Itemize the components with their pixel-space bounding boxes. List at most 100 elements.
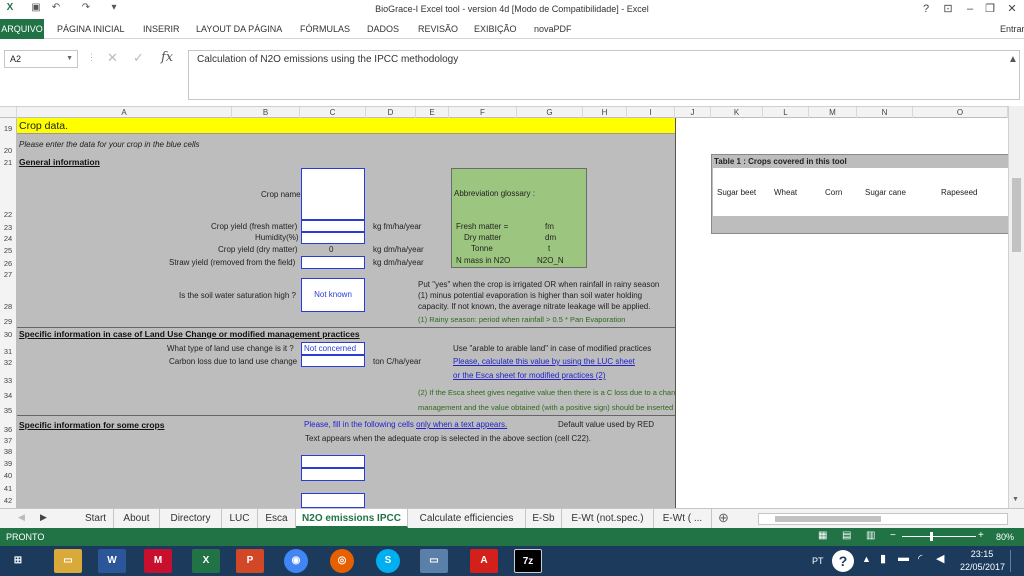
row-header[interactable]: 30 (0, 330, 16, 339)
enter-icon[interactable]: ✓ (133, 50, 144, 66)
row-header[interactable]: 26 (0, 259, 16, 268)
row-header[interactable]: 35 (0, 406, 16, 415)
tab-view[interactable]: EXIBIÇÃO (474, 22, 517, 36)
tab-file[interactable]: ARQUIVO (0, 19, 44, 39)
word-icon[interactable]: W (98, 549, 126, 573)
sign-in-link[interactable]: Entrar (1000, 22, 1024, 36)
mcafee-icon[interactable]: M (144, 549, 172, 573)
column-header-m[interactable]: M (809, 107, 857, 118)
network-icon[interactable]: ▮ (880, 552, 886, 565)
start-icon[interactable]: ⊞ (4, 549, 32, 573)
crop-specific-input[interactable] (301, 493, 365, 508)
column-header-j[interactable]: J (675, 107, 711, 118)
zoom-out-icon[interactable]: − (890, 530, 896, 541)
column-header-e[interactable]: E (416, 107, 449, 118)
column-header-o[interactable]: O (913, 107, 1008, 118)
row-header[interactable]: 20 (0, 146, 16, 155)
wifi-icon[interactable]: ◜ (918, 552, 922, 565)
display-settings-icon[interactable]: ▭ (420, 549, 448, 573)
clock-date[interactable]: 22/05/2017 (960, 562, 1005, 572)
restore-icon[interactable]: ❐ (980, 1, 1000, 17)
row-header[interactable]: 31 (0, 347, 16, 356)
column-header-l[interactable]: L (763, 107, 809, 118)
row-header[interactable]: 36 (0, 425, 16, 434)
prev-sheet-icon[interactable]: ◀ (18, 512, 25, 523)
tab-data[interactable]: DADOS (367, 22, 399, 36)
row-header[interactable]: 29 (0, 317, 16, 326)
luc-type-select[interactable]: Not concerned (301, 342, 365, 355)
row-header[interactable]: 32 (0, 358, 16, 367)
row-header[interactable]: 19 (0, 124, 16, 133)
acrobat-icon[interactable]: A (470, 549, 498, 573)
sheet-tab-start[interactable]: Start (78, 509, 114, 528)
show-desktop-button[interactable] (1010, 550, 1020, 572)
sheet-tab-e-sb[interactable]: E-Sb (526, 509, 562, 528)
horizontal-scrollbar[interactable] (758, 513, 1008, 525)
sheet-tab-calculate-efficiencies[interactable]: Calculate efficiencies (408, 509, 526, 528)
row-header[interactable]: 33 (0, 376, 16, 385)
column-header-n[interactable]: N (857, 107, 913, 118)
straw-input[interactable] (301, 256, 365, 269)
minimize-icon[interactable]: – (960, 1, 980, 17)
column-header-b[interactable]: B (232, 107, 300, 118)
column-header-f[interactable]: F (449, 107, 517, 118)
vertical-scrollbar[interactable]: ▼ (1008, 106, 1024, 508)
firefox-icon[interactable]: ◎ (330, 549, 354, 573)
h-scroll-thumb[interactable] (775, 516, 881, 522)
sheet-tab-e-wt[interactable]: E-Wt ( ... (654, 509, 712, 528)
clock-time[interactable]: 23:15 (966, 549, 998, 559)
esca-sheet-link[interactable]: or the Esca sheet for modified practices… (453, 371, 606, 380)
row-header[interactable]: 42 (0, 496, 16, 505)
column-header-k[interactable]: K (711, 107, 763, 118)
tab-formulas[interactable]: FÓRMULAS (300, 22, 350, 36)
next-sheet-icon[interactable]: ▶ (40, 512, 47, 523)
luc-sheet-link[interactable]: Please, calculate this value by using th… (453, 357, 635, 366)
row-header[interactable]: 34 (0, 391, 16, 400)
sheet-tab-e-wt-not-spec[interactable]: E-Wt (not.spec.) (562, 509, 654, 528)
sheet-tab-luc[interactable]: LUC (222, 509, 258, 528)
page-layout-view-icon[interactable]: ▤ (842, 530, 851, 541)
soil-saturation-select[interactable]: Not known (301, 278, 365, 312)
help-circle-icon[interactable]: ? (832, 550, 854, 572)
column-header-h[interactable]: H (583, 107, 627, 118)
insert-function-icon[interactable]: fx (161, 50, 173, 65)
tab-novapdf[interactable]: novaPDF (534, 22, 572, 36)
skype-icon[interactable]: S (376, 549, 400, 573)
crop-specific-input[interactable] (301, 468, 365, 481)
help-icon[interactable]: ? (916, 1, 936, 17)
tab-review[interactable]: REVISÃO (418, 22, 458, 36)
excel-icon[interactable]: X (192, 549, 220, 573)
scroll-thumb[interactable] (1012, 178, 1021, 252)
zoom-slider-thumb[interactable] (930, 532, 933, 541)
tray-expand-icon[interactable]: ▲ (862, 554, 871, 564)
carbon-loss-input[interactable] (301, 355, 365, 367)
7zip-icon[interactable]: 7z (514, 549, 542, 573)
row-header[interactable]: 28 (0, 302, 16, 311)
sheet-tab-n2o-emissions[interactable]: N2O emissions IPCC (296, 509, 408, 528)
chrome-icon[interactable]: ◉ (284, 549, 308, 573)
crop-specific-input[interactable] (301, 455, 365, 468)
row-header[interactable]: 25 (0, 246, 16, 255)
close-icon[interactable]: ✕ (1002, 1, 1022, 17)
row-header[interactable]: 21 (0, 158, 16, 167)
row-header[interactable]: 23 (0, 223, 16, 232)
powerpoint-icon[interactable]: P (236, 549, 264, 573)
normal-view-icon[interactable]: ▦ (818, 530, 827, 541)
page-break-view-icon[interactable]: ▥ (866, 530, 875, 541)
row-header[interactable]: 37 (0, 436, 16, 445)
zoom-level[interactable]: 80% (996, 532, 1014, 542)
sheet-tab-esca[interactable]: Esca (258, 509, 296, 528)
crop-name-input[interactable] (301, 168, 365, 220)
formula-input[interactable]: Calculation of N2O emissions using the I… (188, 50, 1020, 100)
ribbon-display-icon[interactable]: ⊡ (938, 1, 958, 17)
row-header[interactable]: 27 (0, 270, 16, 279)
column-header-a[interactable]: A (17, 107, 232, 118)
volume-icon[interactable]: ◀ (936, 552, 944, 565)
tab-insert[interactable]: INSERIR (143, 22, 180, 36)
yield-fresh-input[interactable] (301, 220, 365, 232)
row-header[interactable]: 41 (0, 484, 16, 493)
column-header-i[interactable]: I (627, 107, 675, 118)
scroll-down-icon[interactable]: ▼ (1012, 496, 1019, 503)
select-all-corner[interactable] (0, 107, 17, 118)
chevron-down-icon[interactable]: ▼ (66, 51, 73, 67)
